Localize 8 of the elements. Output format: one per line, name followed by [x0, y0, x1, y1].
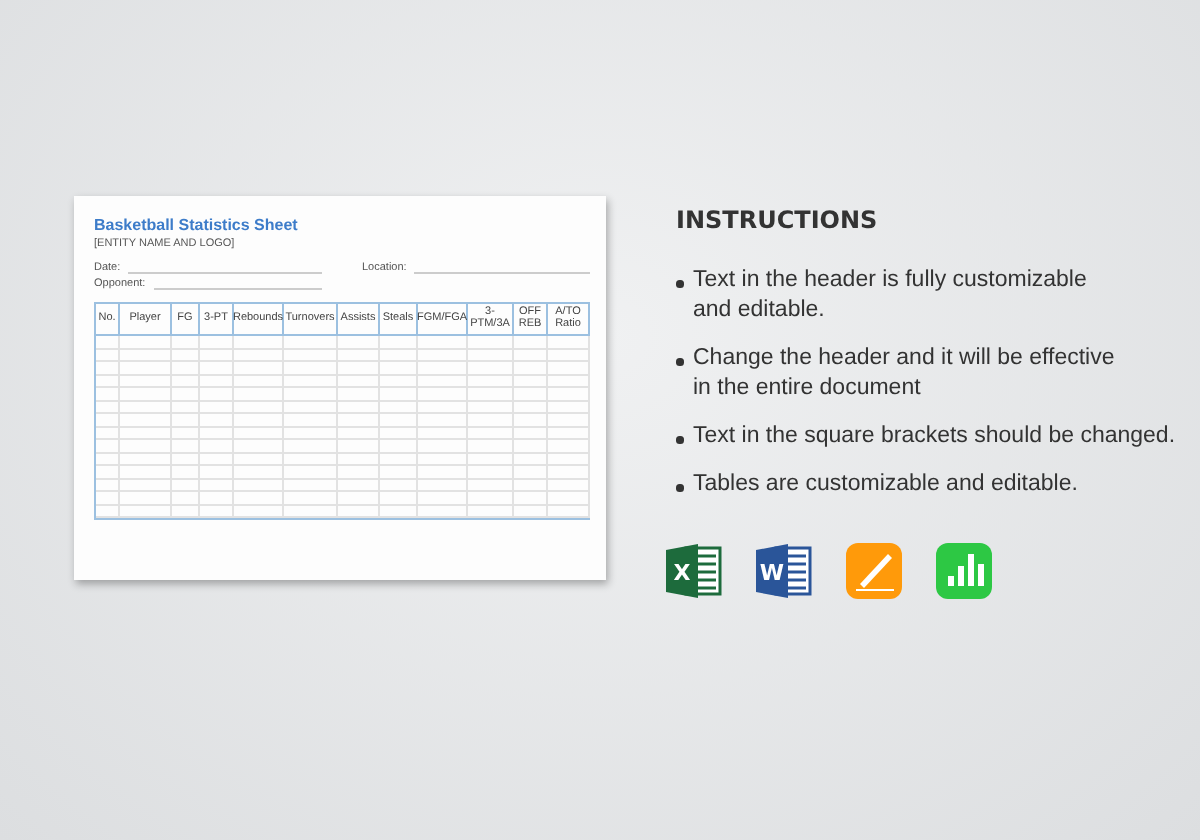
instruction-text: in the entire document: [693, 374, 923, 404]
instruction-text: Tables are customizable and editable.: [693, 470, 1078, 500]
instruction-text: Text in the square brackets should be changed.: [693, 422, 1176, 452]
sheet-title: Basketball Statistics Sheet: [94, 216, 300, 234]
instruction-text: and editable.: [693, 296, 827, 326]
instruction-text: Change the header and it will be effective: [693, 344, 1115, 374]
instruction-text: Text in the header is fully customizable: [693, 266, 1087, 296]
instructions-title: INSTRUCTIONS: [676, 206, 880, 234]
